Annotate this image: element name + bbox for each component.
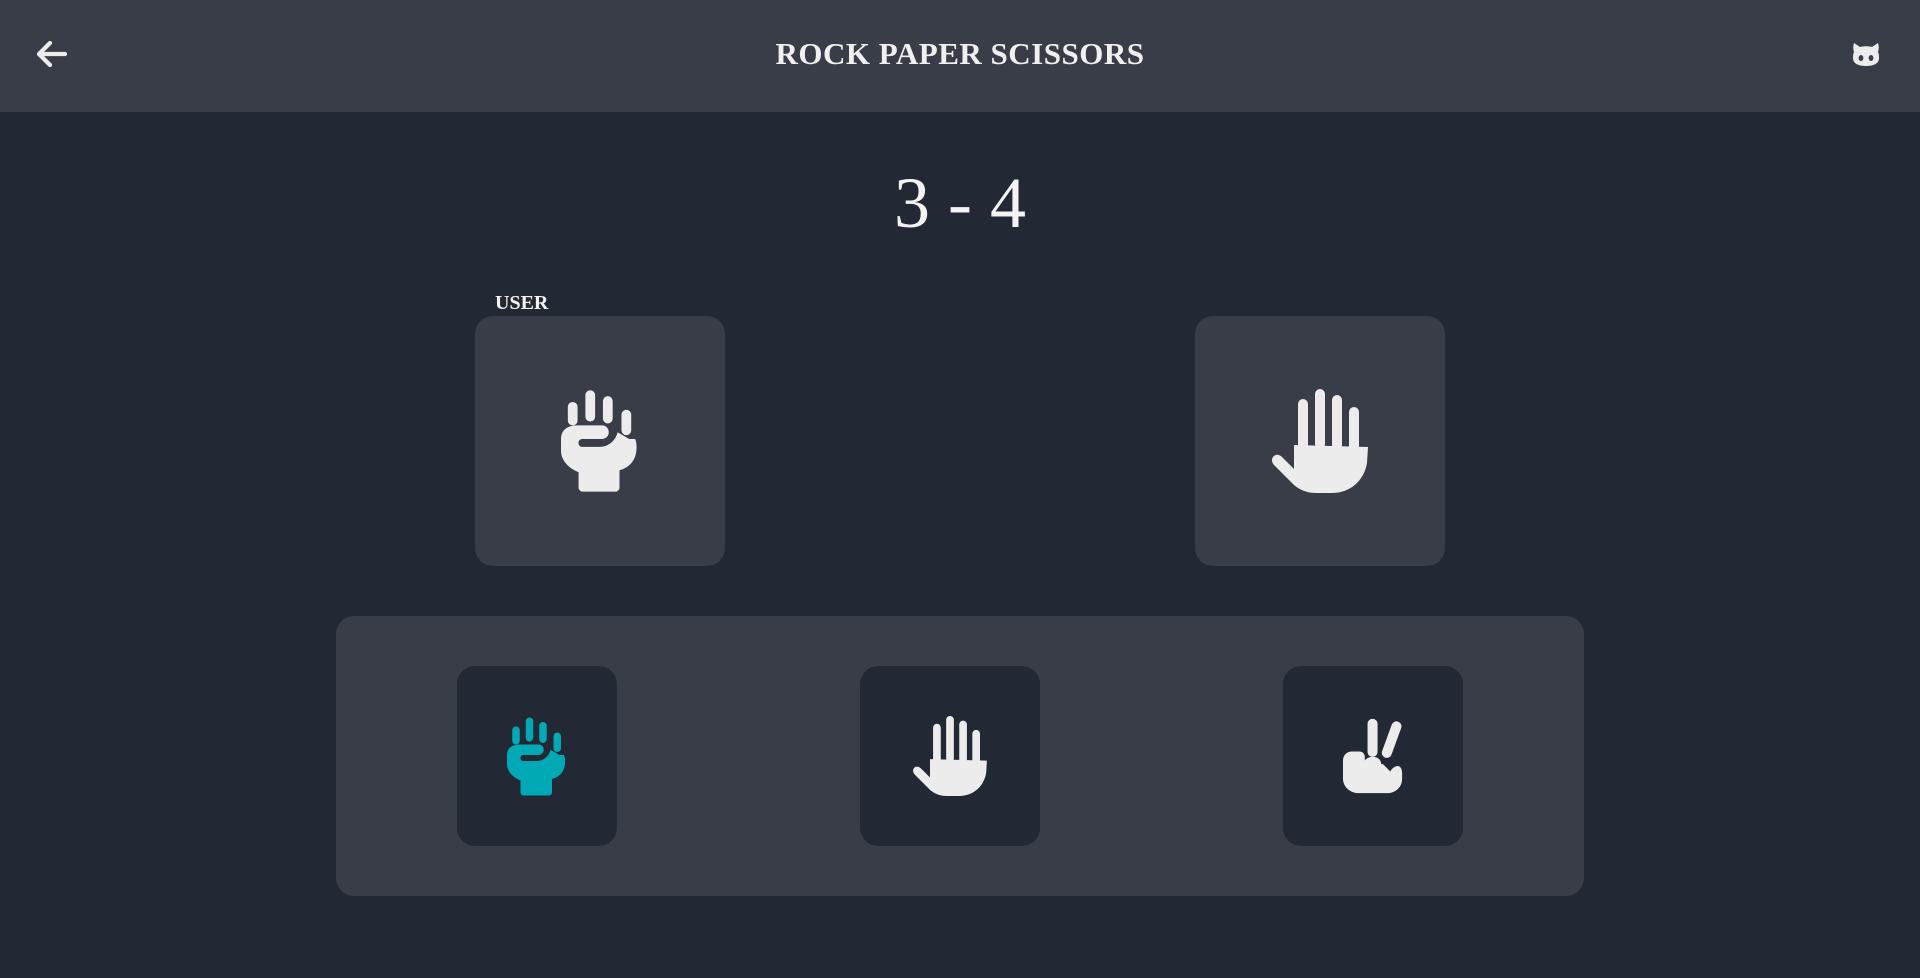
github-icon [1853, 43, 1879, 66]
hand-scissors-icon [1343, 716, 1403, 796]
hand-paper-icon [912, 716, 988, 796]
user-label: USER [495, 292, 549, 314]
scissors-choice-button[interactable] [1283, 666, 1463, 846]
page-title: ROCK PAPER SCISSORS [775, 36, 1145, 71]
github-button[interactable] [1850, 39, 1882, 69]
hand-paper-icon [1272, 389, 1368, 493]
paper-choice-button[interactable] [860, 666, 1040, 846]
computer-choice-card [1195, 316, 1445, 566]
rock-choice-button[interactable] [457, 666, 617, 846]
score-display: 3 - 4 [894, 163, 1026, 243]
top-bar: ROCK PAPER SCISSORS [0, 0, 1920, 112]
hand-rock-icon [561, 390, 639, 492]
choice-panel [336, 616, 1584, 896]
user-choice-card [475, 316, 725, 566]
hand-rock-icon [507, 717, 567, 796]
